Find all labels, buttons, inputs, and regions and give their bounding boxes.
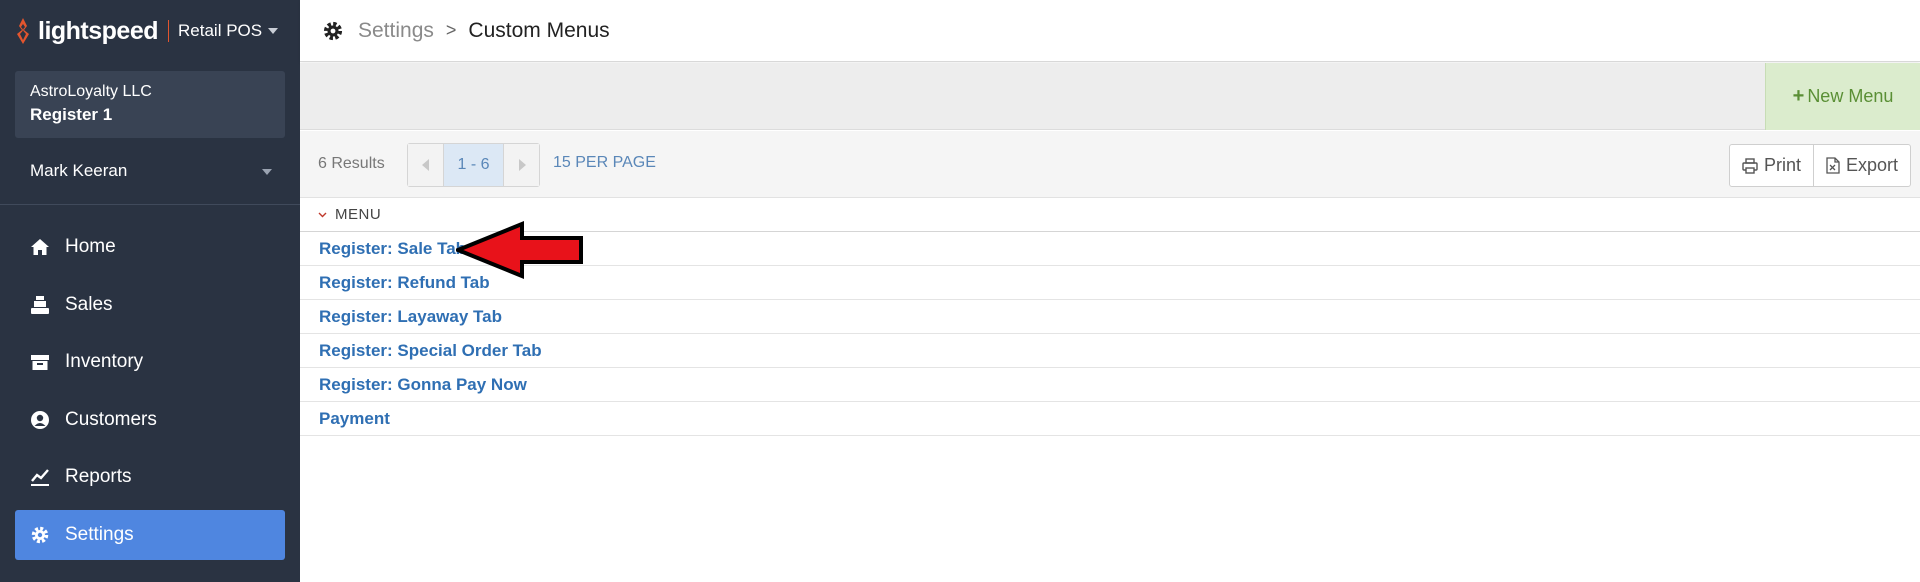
sidebar-item-settings[interactable]: Settings [15, 509, 285, 560]
next-page-button[interactable] [504, 144, 539, 186]
sidebar-item-label: Reports [65, 466, 132, 487]
table-row: Register: Gonna Pay Now [300, 368, 1920, 402]
flame-logo-icon [17, 18, 29, 44]
export-button[interactable]: Export [1812, 145, 1910, 186]
sidebar: lightspeed Retail POS AstroLoyalty LLC R… [0, 0, 300, 582]
print-label: Print [1763, 155, 1801, 175]
brand-separator [168, 20, 170, 42]
menu-link[interactable]: Register: Special Order Tab [319, 341, 542, 361]
logo-text: lightspeed [38, 16, 159, 45]
sidebar-item-label: Sales [65, 293, 113, 315]
annotation-arrow-icon [456, 221, 583, 279]
sidebar-divider [0, 204, 300, 205]
results-count: 6 Results [318, 155, 385, 172]
page-title: Custom Menus [468, 18, 610, 42]
sidebar-item-label: Settings [65, 523, 134, 545]
print-button[interactable]: Print [1730, 145, 1813, 186]
table-row: Register: Layaway Tab [300, 300, 1920, 334]
breadcrumb: Settings > Custom Menus [358, 19, 610, 43]
gear-icon [29, 524, 51, 546]
chevron-down-icon[interactable] [262, 169, 272, 175]
inventory-box-icon [29, 351, 51, 373]
printer-icon [1742, 157, 1758, 174]
page-range: 1 - 6 [443, 144, 504, 186]
column-header-menu: MENU [335, 206, 382, 223]
sidebar-item-reports[interactable]: Reports [15, 452, 285, 502]
customer-icon [29, 409, 51, 431]
menu-link[interactable]: Payment [319, 409, 390, 429]
user-menu[interactable]: Mark Keeran [0, 151, 300, 191]
chevron-left-icon [421, 159, 429, 171]
new-menu-label: New Menu [1807, 86, 1894, 106]
per-page-selector[interactable]: 15 PER PAGE [553, 154, 656, 172]
export-tools: Print Export [1728, 144, 1911, 187]
sidebar-item-label: Inventory [65, 351, 144, 372]
home-icon [29, 236, 51, 258]
register-icon [29, 294, 51, 316]
store-register-selector[interactable]: AstroLoyalty LLC Register 1 [15, 71, 285, 138]
menu-link[interactable]: Register: Gonna Pay Now [319, 375, 527, 395]
table-row: Register: Special Order Tab [300, 334, 1920, 368]
store-name: AstroLoyalty LLC [30, 83, 152, 100]
sidebar-item-label: Home [65, 236, 116, 257]
pagination: 1 - 6 [407, 143, 540, 187]
paging-bar: 6 Results 1 - 6 15 PER PAGE Print Export [300, 131, 1920, 198]
chevron-right-icon [518, 159, 526, 171]
plus-icon: + [1792, 85, 1805, 107]
brand-header[interactable]: lightspeed Retail POS [0, 0, 300, 62]
chevron-down-icon[interactable] [268, 28, 279, 34]
new-menu-button[interactable]: + New Menu [1765, 63, 1920, 130]
sidebar-item-label: Customers [65, 408, 157, 430]
gear-icon [322, 20, 344, 42]
sidebar-item-sales[interactable]: Sales [15, 280, 285, 330]
sidebar-item-customers[interactable]: Customers [15, 395, 285, 445]
menu-link[interactable]: Register: Sale Tab [319, 239, 466, 259]
sidebar-item-inventory[interactable]: Inventory [15, 337, 285, 387]
register-name: Register 1 [30, 105, 113, 124]
lightspeed-logo: lightspeed [14, 16, 159, 46]
export-label: Export [1845, 155, 1898, 175]
breadcrumb-settings[interactable]: Settings [358, 19, 434, 43]
excel-file-icon [1826, 157, 1840, 174]
breadcrumb-separator: > [445, 20, 457, 40]
product-name: Retail POS [178, 21, 263, 40]
menu-link[interactable]: Register: Layaway Tab [319, 307, 502, 327]
sort-chevron-down-icon [318, 212, 327, 218]
sidebar-item-home[interactable]: Home [15, 222, 285, 272]
action-bar: + New Menu [300, 63, 1920, 130]
chart-icon [29, 466, 51, 488]
table-row: Payment [300, 402, 1920, 436]
sidebar-nav: Home Sales Inventory Customers Reports S… [15, 222, 285, 567]
user-name: Mark Keeran [30, 161, 128, 180]
prev-page-button[interactable] [408, 144, 443, 186]
page-header: Settings > Custom Menus [300, 0, 1920, 62]
